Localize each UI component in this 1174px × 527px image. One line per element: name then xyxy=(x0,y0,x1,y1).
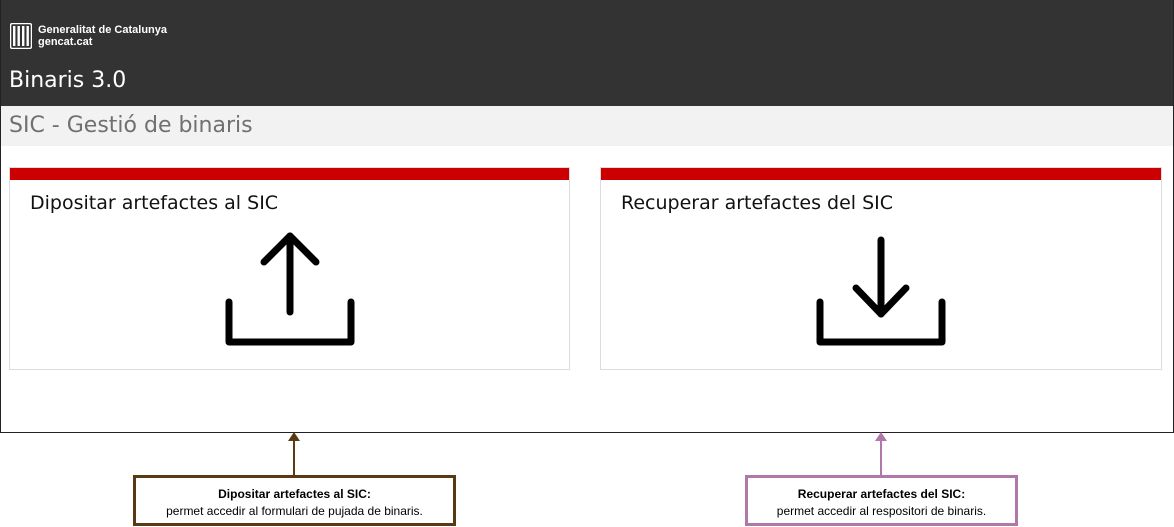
page-title: SIC - Gestió de binaris xyxy=(9,113,253,138)
generalitat-logo-icon xyxy=(10,23,32,49)
deposit-callout: Dipositar artefactes al SIC: permet acce… xyxy=(133,475,456,526)
retrieve-artifacts-card[interactable]: Recuperar artefactes del SIC xyxy=(600,167,1162,370)
brand-text: Generalitat de Catalunya gencat.cat xyxy=(38,24,167,48)
upload-icon xyxy=(225,232,355,346)
callout-description: permet accedir al formulari de pujada de… xyxy=(166,504,423,518)
card-accent-band xyxy=(10,168,569,180)
app-window: Generalitat de Catalunya gencat.cat Bina… xyxy=(0,0,1174,433)
card-title: Dipositar artefactes al SIC xyxy=(30,192,279,214)
callout-description: permet accedir al respositori de binaris… xyxy=(776,504,987,518)
card-accent-band xyxy=(601,168,1161,180)
deposit-artifacts-card[interactable]: Dipositar artefactes al SIC xyxy=(9,167,570,370)
card-title: Recuperar artefactes del SIC xyxy=(621,192,894,214)
download-icon xyxy=(816,236,946,346)
brand[interactable]: Generalitat de Catalunya gencat.cat xyxy=(10,22,167,50)
app-title: Binaris 3.0 xyxy=(9,68,127,93)
callout-arrow xyxy=(875,432,887,475)
callout-arrow xyxy=(288,432,300,475)
sub-header: SIC - Gestió de binaris xyxy=(1,106,1173,146)
retrieve-callout: Recuperar artefactes del SIC: permet acc… xyxy=(745,475,1018,526)
callout-title: Dipositar artefactes al SIC: xyxy=(218,487,371,501)
top-bar: Generalitat de Catalunya gencat.cat Bina… xyxy=(1,0,1173,106)
org-site: gencat.cat xyxy=(38,36,93,48)
org-name: Generalitat de Catalunya xyxy=(38,24,167,36)
callout-title: Recuperar artefactes del SIC: xyxy=(797,487,966,501)
